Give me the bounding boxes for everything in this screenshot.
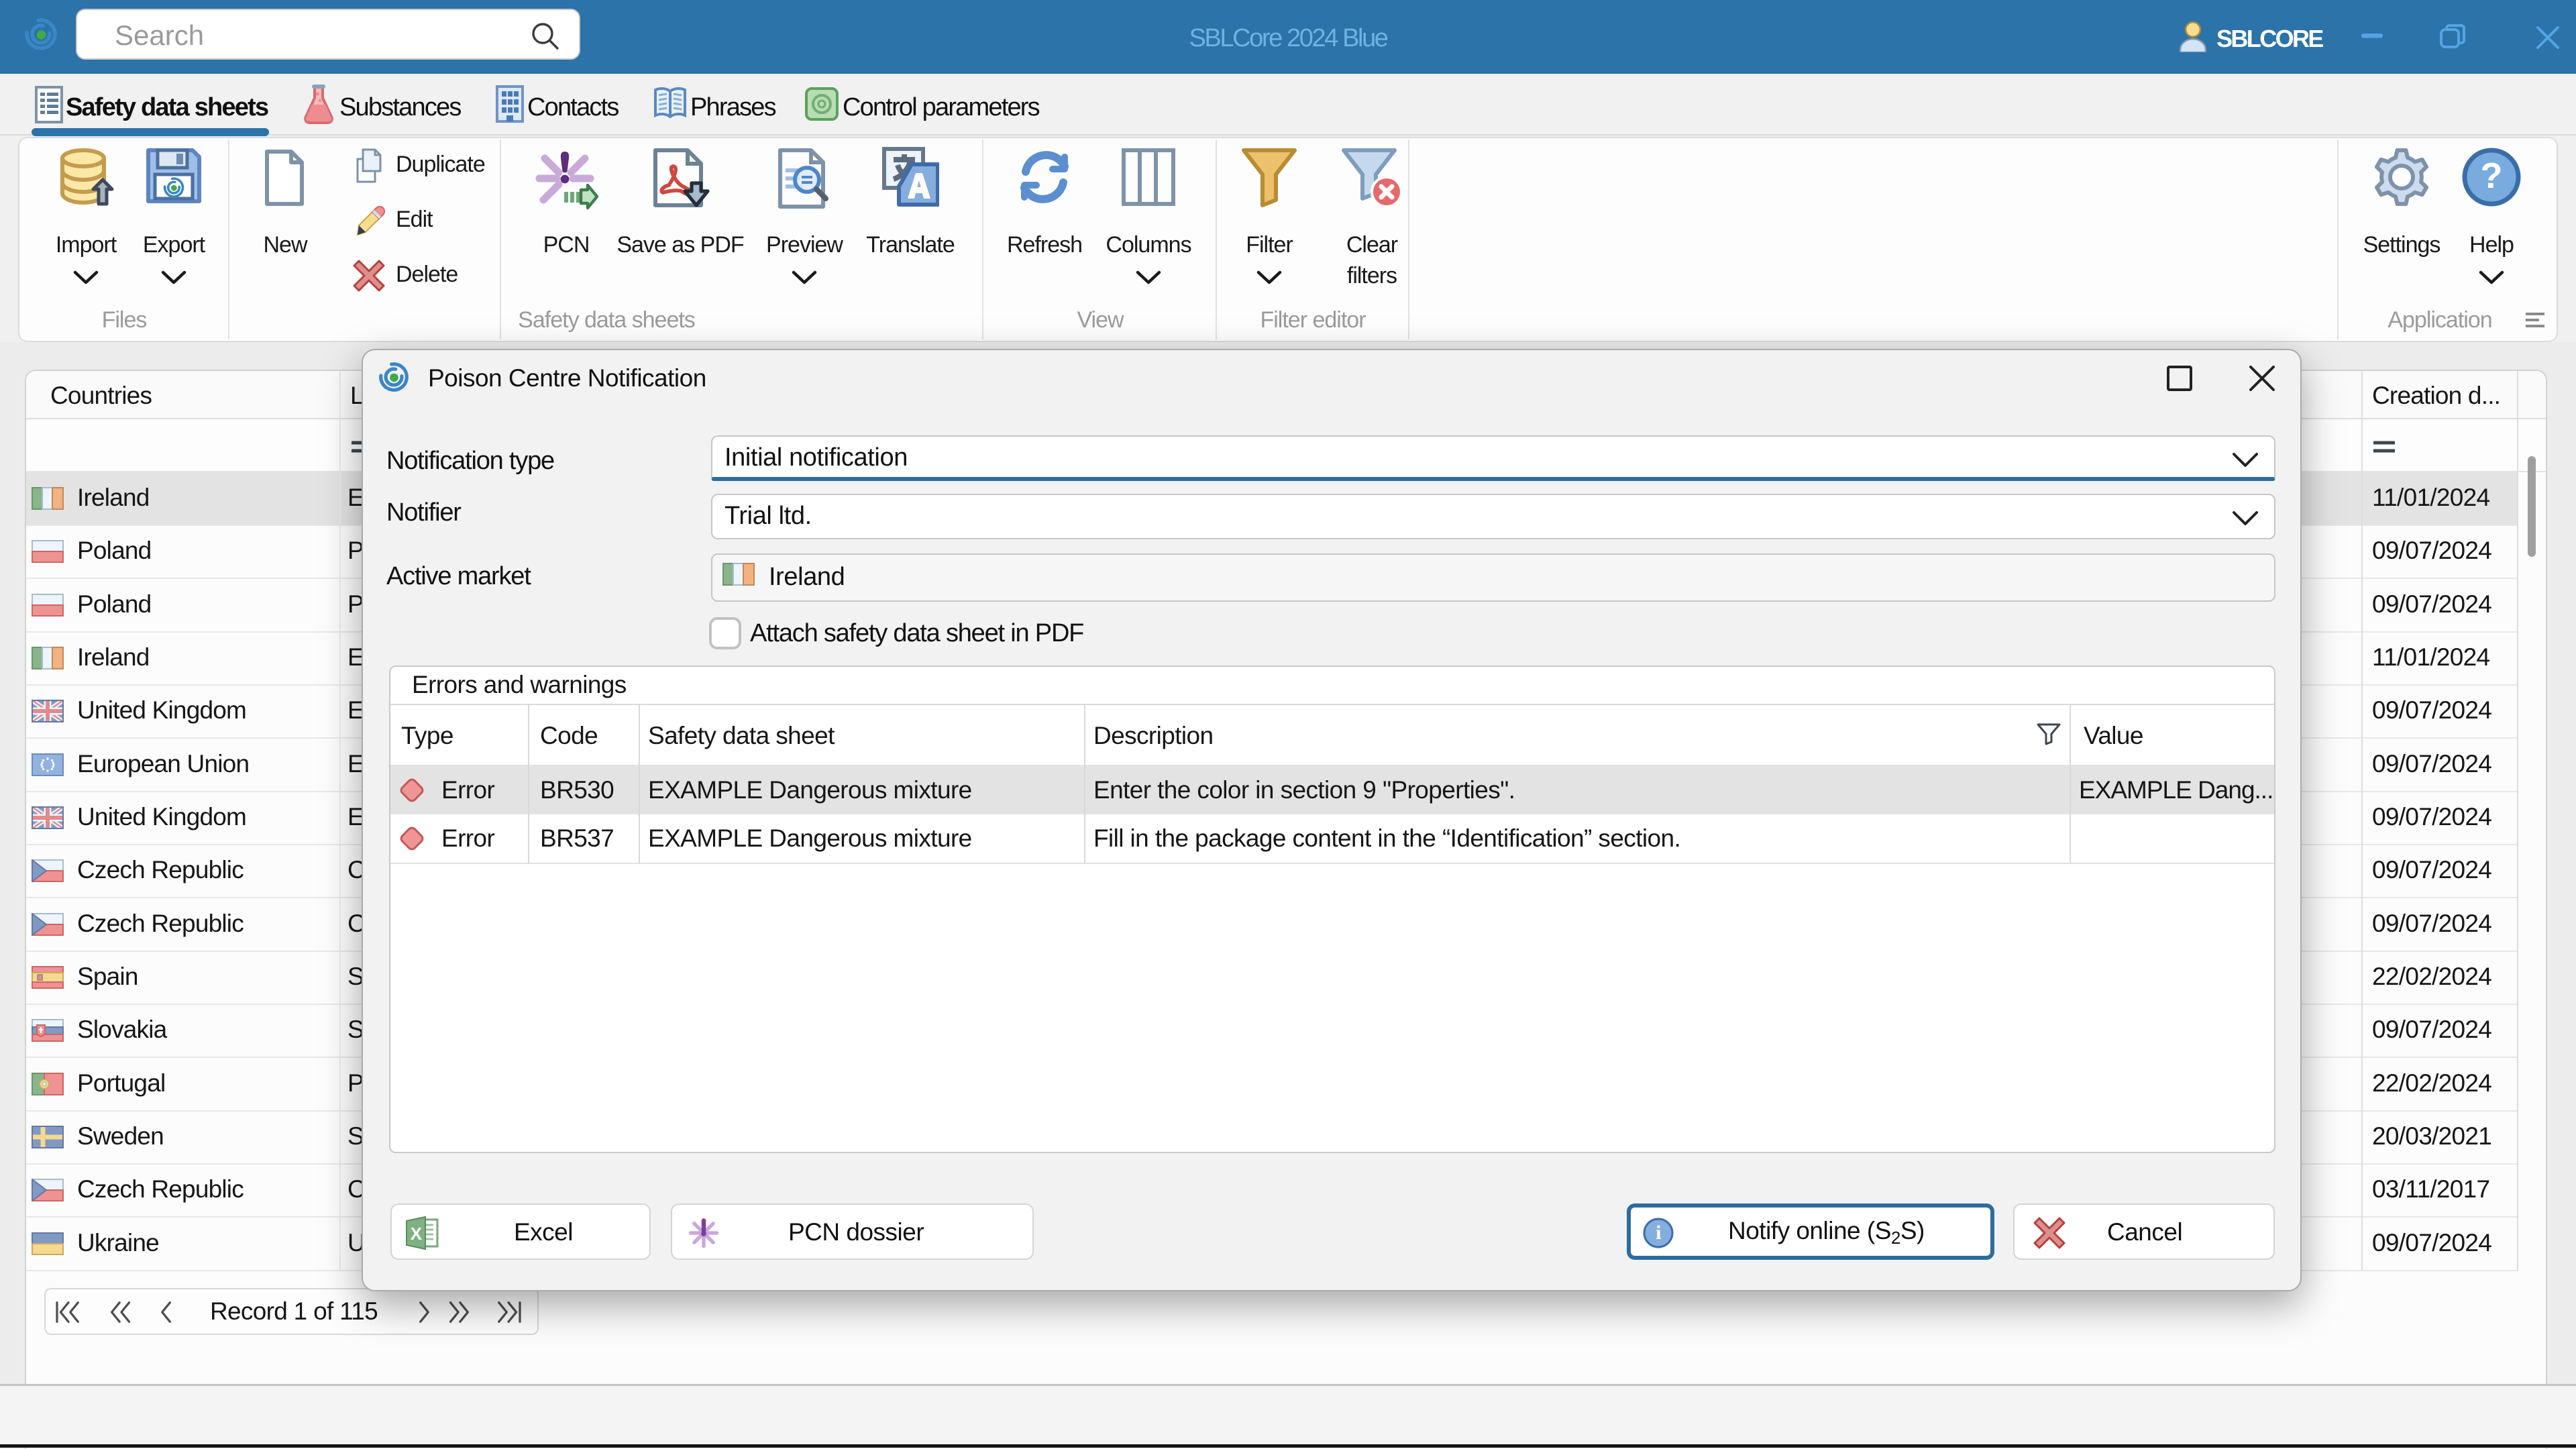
svg-text:X: X	[411, 1224, 423, 1244]
svg-text:i: i	[1656, 1222, 1661, 1244]
svg-text:?: ?	[2481, 156, 2503, 196]
